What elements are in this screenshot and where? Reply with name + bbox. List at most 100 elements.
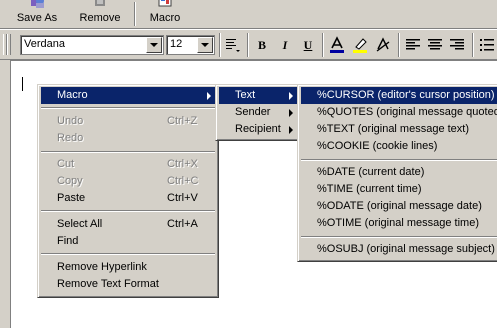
submenu-arrow-icon (289, 109, 293, 117)
text-cursor (22, 77, 23, 91)
align-center-icon (428, 39, 442, 50)
italic-button[interactable]: I (276, 36, 294, 54)
menu-item-recipient-label: Recipient (235, 123, 281, 135)
size-dropdown-button[interactable] (197, 37, 213, 53)
clear-format-button[interactable] (374, 36, 392, 54)
toolbar-separator (247, 33, 249, 57)
text-macro-submenu: %CURSOR (editor's cursor position) %QUOT… (297, 84, 497, 262)
bold-button[interactable]: B (253, 36, 271, 54)
menu-item-cursor[interactable]: %CURSOR (editor's cursor position) (301, 87, 497, 104)
align-left-icon (406, 39, 420, 50)
highlight-button[interactable] (351, 36, 369, 54)
menu-item-select-all[interactable]: Select All Ctrl+A (41, 216, 215, 233)
underline-button[interactable]: U (299, 36, 317, 54)
format-toolbar: Verdana 12 B I U (0, 29, 497, 60)
toolbar-separator (472, 33, 474, 57)
menu-item-cookie-label: %COOKIE (cookie lines) (317, 140, 438, 152)
menu-item-date[interactable]: %DATE (current date) (301, 164, 497, 181)
macro-icon (158, 0, 172, 7)
bullet-list-icon (480, 39, 494, 51)
menu-item-paste[interactable]: Paste Ctrl+V (41, 190, 215, 207)
font-combo[interactable]: Verdana (20, 35, 164, 55)
submenu-arrow-icon (289, 126, 293, 134)
toolbar-grip[interactable] (7, 34, 11, 55)
paragraph-style-button[interactable] (224, 36, 242, 54)
paragraph-style-icon (226, 39, 240, 52)
macro-submenu: Text Sender Recipient (215, 84, 301, 141)
remove-label: Remove (79, 12, 121, 24)
menu-item-remove-text-format[interactable]: Remove Text Format (41, 276, 215, 293)
menu-item-remove-hyperlink[interactable]: Remove Hyperlink (41, 259, 215, 276)
menu-item-select-all-shortcut: Ctrl+A (167, 218, 198, 230)
bullet-list-button[interactable] (478, 36, 496, 54)
menu-item-find[interactable]: Find (41, 233, 215, 250)
menu-separator (41, 107, 215, 109)
menu-item-text[interactable]: Text (219, 87, 297, 104)
menu-item-time[interactable]: %TIME (current time) (301, 181, 497, 198)
menu-item-text-label: Text (235, 89, 256, 101)
size-combo[interactable]: 12 (166, 35, 215, 55)
save-as-icon (31, 0, 44, 8)
menu-item-macro[interactable]: Macro (41, 87, 215, 104)
main-toolbar: Save As Remove Macro (0, 0, 497, 29)
menu-item-date-label: %DATE (current date) (317, 166, 425, 178)
toolbar-separator (134, 2, 136, 26)
menu-item-quotes-label: %QUOTES (original message quoted) (317, 106, 497, 118)
menu-item-otime[interactable]: %OTIME (original message time) (301, 215, 497, 232)
macro-button[interactable]: Macro (142, 0, 188, 28)
macro-label: Macro (149, 12, 181, 24)
menu-item-macro-label: Macro (57, 89, 88, 101)
menu-item-text-macro[interactable]: %TEXT (original message text) (301, 121, 497, 138)
remove-icon (95, 0, 105, 6)
menu-separator (301, 236, 497, 238)
submenu-arrow-icon (207, 92, 211, 100)
menu-item-odate-label: %ODATE (original message date) (317, 200, 482, 212)
menu-item-remove-text-format-label: Remove Text Format (57, 278, 159, 290)
menu-item-sender[interactable]: Sender (219, 104, 297, 121)
menu-item-cursor-label: %CURSOR (editor's cursor position) (317, 89, 495, 101)
menu-item-undo[interactable]: Undo Ctrl+Z (41, 113, 215, 130)
menu-item-remove-hyperlink-label: Remove Hyperlink (57, 261, 147, 273)
menu-item-quotes[interactable]: %QUOTES (original message quoted) (301, 104, 497, 121)
context-menu: Macro Undo Ctrl+Z Redo Cut Ctrl+X Copy C… (37, 84, 219, 298)
menu-item-copy[interactable]: Copy Ctrl+C (41, 173, 215, 190)
font-color-button[interactable] (328, 36, 346, 54)
menu-item-sender-label: Sender (235, 106, 271, 118)
align-right-button[interactable] (448, 36, 466, 54)
menu-separator (41, 253, 215, 255)
clear-format-icon (376, 37, 390, 52)
menu-item-recipient[interactable]: Recipient (219, 121, 297, 138)
menu-item-odate[interactable]: %ODATE (original message date) (301, 198, 497, 215)
menu-item-redo[interactable]: Redo (41, 130, 215, 147)
highlight-icon (353, 38, 367, 53)
menu-separator (301, 159, 497, 161)
submenu-arrow-icon (289, 92, 293, 100)
menu-separator (41, 210, 215, 212)
save-as-label: Save As (16, 12, 58, 24)
align-center-button[interactable] (426, 36, 444, 54)
toolbar-separator (219, 33, 221, 57)
font-size: 12 (170, 38, 183, 50)
font-dropdown-button[interactable] (146, 37, 162, 53)
toolbar-separator (398, 33, 400, 57)
remove-button[interactable]: Remove (74, 0, 126, 28)
menu-item-osubj-label: %OSUBJ (original message subject) (317, 243, 495, 255)
menu-item-otime-label: %OTIME (original message time) (317, 217, 479, 229)
menu-separator (41, 151, 215, 153)
align-left-button[interactable] (404, 36, 422, 54)
menu-item-undo-shortcut: Ctrl+Z (167, 115, 198, 127)
menu-item-cookie[interactable]: %COOKIE (cookie lines) (301, 138, 497, 155)
menu-item-text-macro-label: %TEXT (original message text) (317, 123, 470, 135)
save-as-button[interactable]: Save As (8, 0, 66, 28)
menu-item-cut[interactable]: Cut Ctrl+X (41, 156, 215, 173)
menu-item-cut-shortcut: Ctrl+X (167, 158, 198, 170)
menu-item-undo-label: Undo (57, 115, 84, 127)
font-color-icon (330, 36, 344, 53)
align-right-icon (450, 39, 464, 50)
menu-item-paste-label: Paste (57, 192, 86, 204)
menu-item-redo-label: Redo (57, 132, 84, 144)
menu-item-time-label: %TIME (current time) (317, 183, 422, 195)
menu-item-cut-label: Cut (57, 158, 75, 170)
menu-item-paste-shortcut: Ctrl+V (167, 192, 198, 204)
menu-item-osubj[interactable]: %OSUBJ (original message subject) (301, 241, 497, 258)
